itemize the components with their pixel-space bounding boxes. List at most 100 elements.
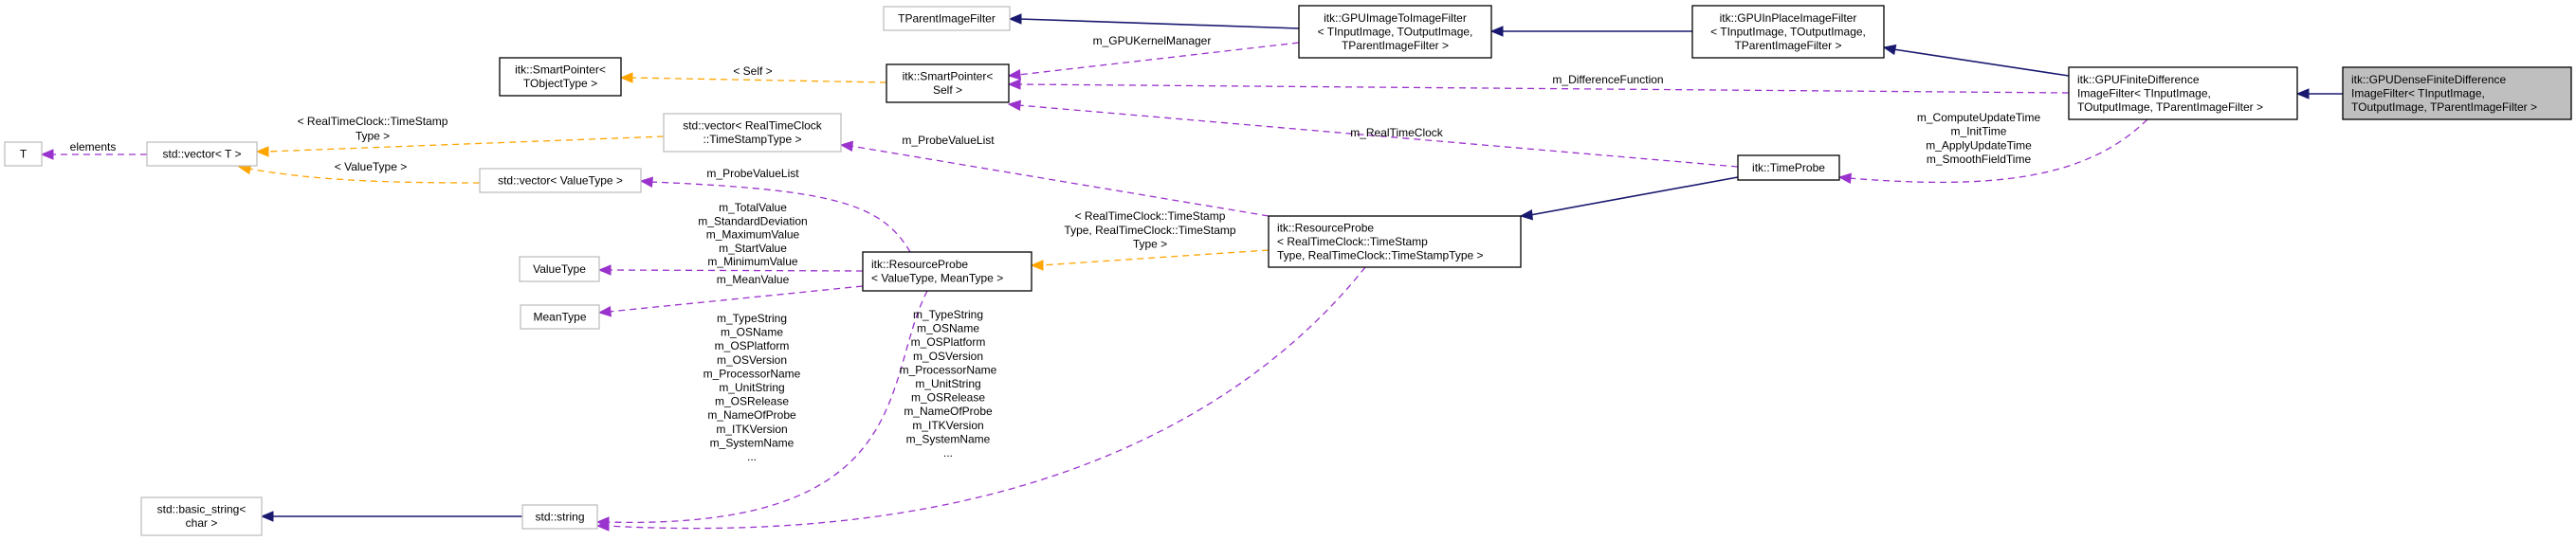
nodes: itk::GPUDenseFiniteDifferenceImageFilter… bbox=[4, 5, 2572, 536]
node-label: itk::GPUInPlaceImageFilter bbox=[1720, 11, 1857, 25]
class-node-rprtc[interactable]: itk::ResourceProbe< RealTimeClock::TimeS… bbox=[1268, 215, 1522, 268]
edge-label: ... bbox=[747, 450, 757, 463]
edge-usage-rprtc-to-stdstring: m_TypeStringm_OSNamem_OSPlatformm_OSVers… bbox=[595, 266, 1366, 532]
node-label: char > bbox=[186, 516, 218, 530]
arrowhead-icon bbox=[260, 511, 274, 522]
class-node-spobj[interactable]: itk::SmartPointer< TObjectType > bbox=[499, 57, 622, 97]
node-label: TOutputImage, TParentImageFilter > bbox=[2351, 100, 2537, 114]
edge-label: m_ProbeValueList bbox=[706, 167, 799, 180]
class-node-dense[interactable]: itk::GPUDenseFiniteDifferenceImageFilter… bbox=[2342, 66, 2572, 120]
edge-label: elements bbox=[70, 140, 117, 153]
edge-label: m_OSPlatform bbox=[911, 335, 986, 349]
node-label: std::string bbox=[535, 510, 584, 523]
edge-label: < ValueType > bbox=[335, 160, 408, 173]
arrowhead-icon bbox=[255, 146, 269, 157]
edge-inheritance-finite-to-inplace bbox=[1882, 44, 2070, 77]
class-node-t[interactable]: T bbox=[4, 141, 43, 167]
edge-usage-rpvm-to-meantype: m_MeanValue bbox=[597, 273, 864, 317]
edge-label: m_RealTimeClock bbox=[1350, 126, 1444, 139]
edge-label: m_StandardDeviation bbox=[698, 214, 807, 227]
edge-line bbox=[1017, 83, 2070, 94]
edge-line bbox=[630, 77, 887, 83]
class-node-meantype[interactable]: MeanType bbox=[520, 304, 600, 330]
class-node-spself[interactable]: itk::SmartPointer< Self > bbox=[886, 63, 1010, 103]
arrowhead-icon bbox=[2295, 88, 2310, 99]
edge-label: m_SystemName bbox=[710, 436, 795, 449]
node-label: std::vector< RealTimeClock bbox=[683, 119, 823, 133]
edge-label: m_ProcessorName bbox=[900, 363, 997, 376]
node-label: < ValueType, MeanType > bbox=[871, 272, 1003, 285]
edge-label: m_UnitString bbox=[915, 377, 980, 390]
arrowhead-icon bbox=[1519, 209, 1534, 221]
class-node-timeprobe[interactable]: itk::TimeProbe bbox=[1737, 154, 1840, 181]
edge-usage-timeprobe-to-spself: m_RealTimeClock bbox=[1007, 99, 1739, 168]
edge-line bbox=[608, 269, 864, 272]
edge-inheritance-dense-to-finite bbox=[2295, 88, 2343, 99]
class-node-stdstring[interactable]: std::string bbox=[521, 504, 598, 530]
arrowhead-icon bbox=[1030, 260, 1044, 271]
arrowhead-icon bbox=[1007, 99, 1022, 111]
node-label: T bbox=[20, 147, 27, 160]
edge-label: m_SmoothFieldTime bbox=[1927, 153, 2032, 166]
edge-usage-finite-to-timeprobe: m_ComputeUpdateTimem_InitTimem_ApplyUpda… bbox=[1837, 111, 2148, 184]
edge-label: m_UnitString bbox=[719, 381, 784, 394]
node-label: itk::GPUDenseFiniteDifference bbox=[2351, 73, 2507, 86]
class-node-vect[interactable]: std::vector< T > bbox=[146, 141, 258, 167]
edge-label: m_NameOfProbe bbox=[707, 408, 796, 422]
class-node-imgtoimg[interactable]: itk::GPUImageToImageFilter< TInputImage,… bbox=[1298, 5, 1492, 59]
edge-label: ... bbox=[943, 446, 953, 460]
class-node-vecrtc[interactable]: std::vector< RealTimeClock::TimeStampTyp… bbox=[663, 113, 842, 153]
edge-label: m_StartValue bbox=[719, 242, 787, 255]
node-label: itk::SmartPointer< bbox=[515, 63, 606, 77]
class-node-inplace[interactable]: itk::GPUInPlaceImageFilter< TInputImage,… bbox=[1691, 5, 1885, 59]
edge-label: m_DifferenceFunction bbox=[1552, 73, 1663, 86]
edge-label: m_MeanValue bbox=[717, 273, 790, 286]
edge-label: m_OSRelease bbox=[715, 395, 789, 408]
node-label: TOutputImage, TParentImageFilter > bbox=[2077, 100, 2263, 114]
node-label: itk::GPUFiniteDifference bbox=[2077, 73, 2200, 86]
edge-template-spself-to-spobj: < Self > bbox=[619, 64, 887, 83]
class-node-rpvm[interactable]: itk::ResourceProbe< ValueType, MeanType … bbox=[862, 251, 1032, 292]
node-label: < RealTimeClock::TimeStamp bbox=[1277, 235, 1428, 248]
class-node-tparent[interactable]: TParentImageFilter bbox=[883, 6, 1011, 31]
edge-usage-rpvm-to-valuetype: m_TotalValuem_StandardDeviationm_Maximum… bbox=[597, 201, 864, 276]
edge-inheritance-imgtoimg-to-tparent bbox=[1008, 13, 1300, 29]
edge-line bbox=[608, 285, 864, 313]
edge-usage-finite-to-spself: m_DifferenceFunction bbox=[1007, 73, 2070, 94]
edge-label: m_TotalValue bbox=[719, 201, 787, 214]
edge-label: m_InitTime bbox=[1951, 125, 2007, 138]
edge-label: < RealTimeClock::TimeStamp bbox=[1075, 209, 1226, 223]
edge-inheritance-timeprobe-to-rprtc bbox=[1519, 176, 1739, 221]
edge-label: m_OSName bbox=[917, 322, 979, 335]
edge-label: m_NameOfProbe bbox=[904, 405, 993, 418]
edge-label: m_OSPlatform bbox=[715, 339, 790, 352]
node-label: ::TimeStampType > bbox=[703, 133, 802, 146]
class-node-finite[interactable]: itk::GPUFiniteDifferenceImageFilter< TIn… bbox=[2068, 66, 2298, 120]
edge-label: m_ITKVersion bbox=[716, 423, 787, 436]
class-node-basicstring[interactable]: std::basic_string< char > bbox=[140, 496, 263, 536]
node-label: ImageFilter< TInputImage, bbox=[2351, 86, 2485, 99]
node-label: itk::ResourceProbe bbox=[871, 258, 968, 271]
node-label: Self > bbox=[933, 83, 962, 97]
edge-label: Type > bbox=[356, 130, 390, 143]
class-node-valuetype[interactable]: ValueType bbox=[519, 256, 600, 282]
edge-line bbox=[1017, 42, 1300, 76]
edge-line bbox=[1892, 48, 2070, 77]
edge-label: m_ComputeUpdateTime bbox=[1917, 111, 2041, 124]
node-label: TParentImageFilter > bbox=[1342, 39, 1449, 52]
arrowhead-icon bbox=[639, 176, 654, 188]
edge-line bbox=[1529, 176, 1739, 216]
node-label: std::vector< ValueType > bbox=[498, 173, 623, 187]
node-label: < TInputImage, TOutputImage, bbox=[1318, 25, 1473, 38]
arrowhead-icon bbox=[597, 264, 612, 276]
class-node-vecvt[interactable]: std::vector< ValueType > bbox=[479, 168, 642, 193]
node-label: TParentImageFilter bbox=[898, 11, 996, 25]
edges: m_GPUKernelManager m_DifferenceFunction m_… bbox=[40, 13, 2343, 532]
node-label: itk::SmartPointer< bbox=[903, 70, 994, 83]
arrowhead-icon bbox=[1007, 79, 1021, 90]
edge-label: m_TypeString bbox=[717, 312, 787, 325]
edge-usage-rpvm-to-stdstring: m_TypeStringm_OSNamem_OSPlatformm_OSVers… bbox=[595, 290, 928, 528]
edge-label: Type, RealTimeClock::TimeStamp bbox=[1064, 224, 1235, 237]
edge-line bbox=[265, 135, 665, 153]
edge-label: m_ApplyUpdateTime bbox=[1926, 138, 2032, 152]
